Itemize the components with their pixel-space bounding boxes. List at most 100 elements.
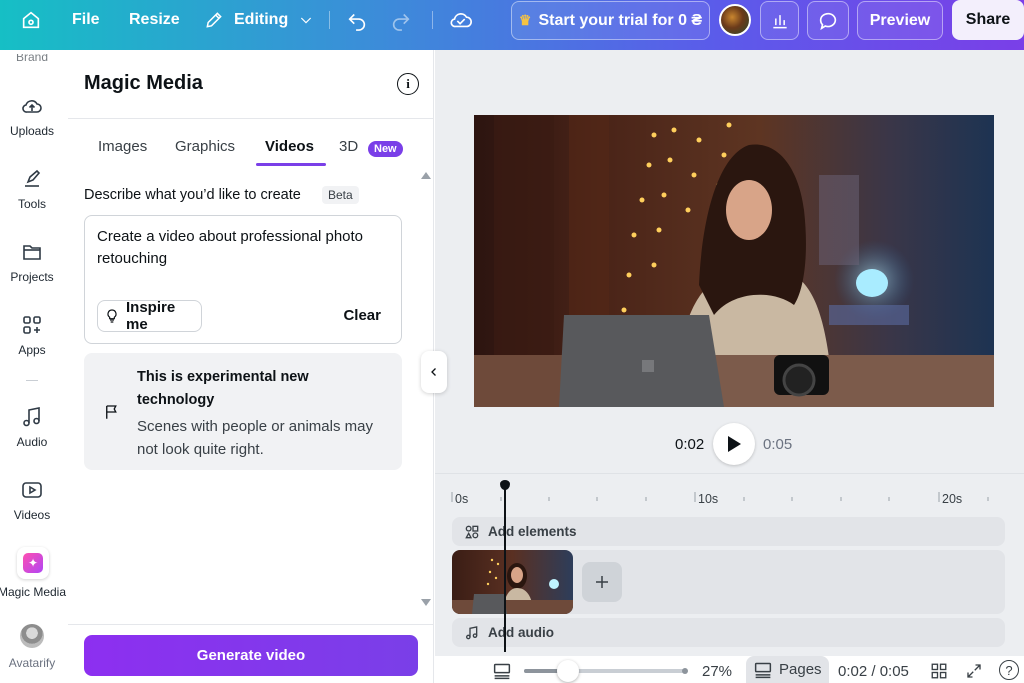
video-clip-thumbnail[interactable] bbox=[452, 550, 573, 614]
time-readout: 0:02 / 0:05 bbox=[838, 663, 909, 680]
add-elements-label: Add elements bbox=[488, 524, 577, 539]
rail-item-videos[interactable]: Videos bbox=[0, 478, 64, 522]
ruler-label: 20s bbox=[942, 492, 963, 506]
collapse-panel-button[interactable] bbox=[421, 351, 447, 393]
rail-label: Avatarify bbox=[8, 656, 56, 670]
redo-icon bbox=[392, 13, 410, 31]
zoom-slider-end bbox=[682, 668, 688, 674]
video-track bbox=[452, 550, 1005, 614]
zoom-slider-thumb[interactable] bbox=[557, 660, 579, 682]
rail-item-uploads[interactable]: Uploads bbox=[0, 94, 64, 138]
active-tab-indicator bbox=[256, 163, 326, 166]
resize-menu[interactable]: Resize bbox=[129, 0, 180, 40]
rail-item-tools[interactable]: Tools bbox=[0, 167, 64, 211]
playhead[interactable] bbox=[500, 480, 510, 652]
cloud-save-status[interactable] bbox=[449, 0, 473, 40]
play-button[interactable] bbox=[713, 423, 755, 465]
total-time: 0:05 bbox=[763, 435, 793, 453]
help-button[interactable]: ? bbox=[999, 660, 1019, 680]
video-frame-image bbox=[474, 115, 994, 407]
tab-videos[interactable]: Videos bbox=[265, 138, 314, 155]
bar-chart-icon bbox=[772, 14, 787, 28]
divider bbox=[68, 118, 434, 119]
inspire-me-button[interactable]: Inspire me bbox=[97, 299, 202, 333]
rail-label: Apps bbox=[18, 343, 46, 357]
pages-button[interactable]: Pages bbox=[746, 656, 829, 683]
rail-item-audio[interactable]: Audio bbox=[0, 405, 64, 449]
video-play-icon bbox=[22, 482, 42, 498]
rail-divider bbox=[26, 380, 38, 381]
prompt-textarea[interactable]: Create a video about professional photo … bbox=[84, 215, 402, 344]
chevron-down-icon bbox=[301, 17, 312, 24]
rail-label: Projects bbox=[10, 270, 54, 284]
fullscreen-icon[interactable] bbox=[965, 662, 983, 680]
clear-button[interactable]: Clear bbox=[343, 307, 381, 324]
pages-label: Pages bbox=[779, 661, 822, 678]
pen-icon bbox=[25, 169, 41, 187]
rail-item-magic-media[interactable]: ✦ Magic Media bbox=[0, 547, 66, 599]
trial-label: Start your trial for 0 ₴ bbox=[538, 11, 703, 29]
grid-view-icon[interactable] bbox=[930, 662, 948, 680]
pages-icon bbox=[754, 662, 772, 678]
cloud-upload-icon bbox=[22, 100, 42, 113]
pencil-icon bbox=[206, 12, 222, 28]
rail-item-brand[interactable]: Brand bbox=[0, 54, 64, 66]
inspire-label: Inspire me bbox=[126, 299, 176, 333]
editing-mode-dropdown[interactable]: Editing bbox=[204, 0, 314, 40]
redo-button[interactable] bbox=[390, 0, 412, 40]
editing-label: Editing bbox=[234, 11, 289, 28]
panel-title: Magic Media bbox=[84, 72, 203, 94]
add-audio-track[interactable]: Add audio bbox=[452, 618, 1005, 647]
add-clip-button[interactable] bbox=[582, 562, 622, 602]
rail-item-avatarify[interactable]: Avatarify bbox=[0, 624, 64, 670]
notes-icon[interactable] bbox=[492, 662, 512, 680]
scroll-up-arrow[interactable] bbox=[421, 172, 431, 179]
top-toolbar: File Resize Editing ♛ Start your trial f… bbox=[0, 0, 1024, 50]
start-trial-button[interactable]: ♛ Start your trial for 0 ₴ bbox=[511, 1, 710, 40]
avatar-icon bbox=[20, 624, 44, 648]
tab-images[interactable]: Images bbox=[98, 138, 147, 155]
help-icon: ? bbox=[1005, 662, 1013, 678]
prompt-text[interactable]: Create a video about professional photo … bbox=[97, 226, 387, 270]
undo-button[interactable] bbox=[346, 0, 368, 40]
clip-thumbnail-image bbox=[452, 558, 573, 614]
describe-label: Describe what you’d like to create bbox=[84, 187, 301, 203]
zoom-slider[interactable] bbox=[524, 660, 688, 682]
rail-label: Audio bbox=[16, 435, 48, 449]
insights-button[interactable] bbox=[760, 1, 799, 40]
user-avatar[interactable] bbox=[719, 4, 751, 36]
preview-button[interactable]: Preview bbox=[857, 1, 943, 40]
play-icon bbox=[728, 436, 741, 452]
tab-3d[interactable]: 3D bbox=[339, 138, 358, 155]
plus-icon bbox=[596, 576, 608, 588]
folder-icon bbox=[23, 245, 41, 260]
magic-media-panel: Magic Media i Images Graphics Videos 3D … bbox=[68, 50, 434, 683]
tab-graphics[interactable]: Graphics bbox=[175, 138, 235, 155]
info-button[interactable]: i bbox=[397, 73, 419, 95]
divider bbox=[432, 11, 433, 29]
add-audio-label: Add audio bbox=[488, 625, 554, 640]
comments-button[interactable] bbox=[807, 1, 849, 40]
scroll-down-arrow[interactable] bbox=[421, 599, 431, 606]
rail-label: Uploads bbox=[9, 124, 55, 138]
divider bbox=[329, 11, 330, 29]
rail-label: Magic Media bbox=[0, 585, 67, 599]
video-preview[interactable] bbox=[474, 115, 994, 407]
divider bbox=[68, 624, 434, 625]
ruler-label: 0s bbox=[455, 492, 469, 506]
add-elements-track[interactable]: Add elements bbox=[452, 517, 1005, 546]
notice-body: Scenes with people or animals may not lo… bbox=[137, 418, 373, 458]
file-menu[interactable]: File bbox=[72, 0, 100, 40]
editor-canvas: 0:02 0:05 0s 10s 20s Add elements Add au… bbox=[435, 50, 1024, 683]
home-button[interactable] bbox=[20, 0, 42, 40]
rail-item-apps[interactable]: Apps bbox=[0, 313, 64, 357]
bottom-bar: 27% Pages 0:02 / 0:05 ? bbox=[435, 656, 1024, 683]
zoom-level[interactable]: 27% bbox=[702, 663, 732, 680]
current-time: 0:02 bbox=[675, 435, 705, 453]
rail-item-projects[interactable]: Projects bbox=[0, 240, 64, 284]
comment-icon bbox=[819, 12, 837, 30]
share-button[interactable]: Share bbox=[952, 0, 1024, 40]
generate-video-button[interactable]: Generate video bbox=[84, 635, 418, 676]
undo-icon bbox=[348, 13, 366, 31]
crown-icon: ♛ bbox=[518, 12, 532, 28]
